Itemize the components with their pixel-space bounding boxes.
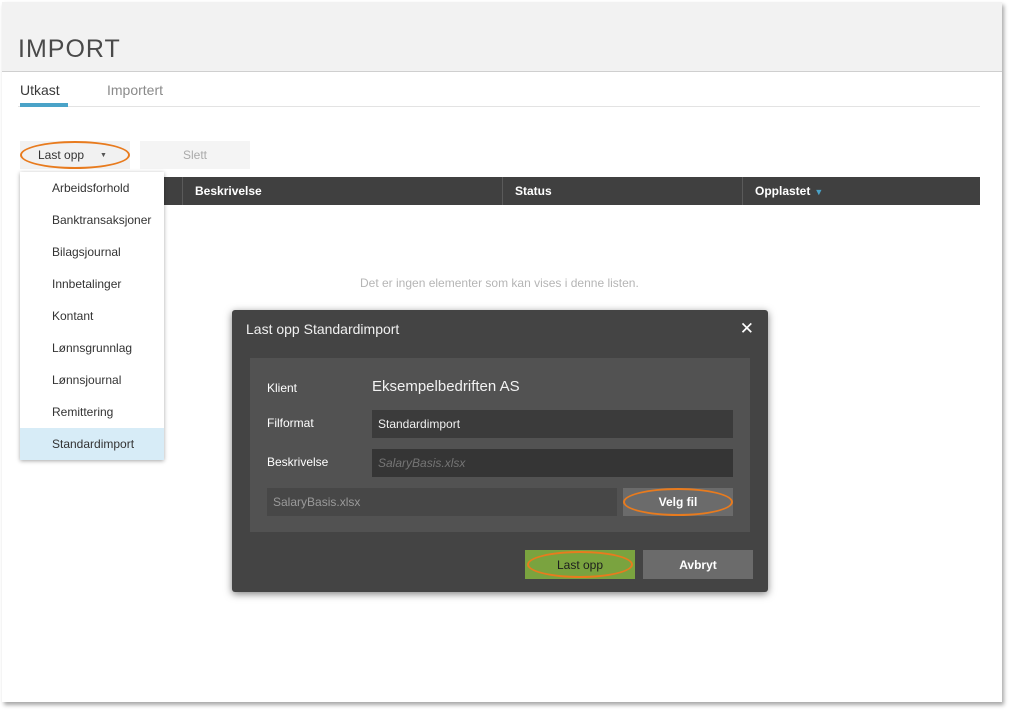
page-header: IMPORT: [2, 2, 1002, 72]
column-header-beskrivelse[interactable]: Beskrivelse: [182, 177, 502, 205]
column-header-opplastet[interactable]: Opplastet ▼: [742, 177, 980, 205]
table-header: Beskrivelse Status Opplastet ▼: [20, 177, 980, 205]
menu-item-kontant[interactable]: Kontant: [20, 300, 164, 332]
sort-desc-icon: ▼: [814, 187, 824, 197]
menu-item-innbetalinger[interactable]: Innbetalinger: [20, 268, 164, 300]
delete-button[interactable]: Slett: [140, 141, 250, 169]
upload-dialog: Last opp Standardimport ✕ Klient Eksempe…: [232, 310, 768, 592]
tab-bar: Utkast Importert: [18, 80, 980, 107]
dialog-form-panel: Klient Eksempelbedriften AS Filformat St…: [250, 358, 750, 532]
format-label: Filformat: [267, 416, 314, 430]
menu-item-standardimport[interactable]: Standardimport: [20, 428, 164, 460]
description-input[interactable]: [372, 449, 733, 477]
menu-item-arbeidsforhold[interactable]: Arbeidsforhold: [20, 172, 164, 204]
menu-item-bilagsjournal[interactable]: Bilagsjournal: [20, 236, 164, 268]
cancel-button[interactable]: Avbryt: [643, 550, 753, 579]
tab-importert[interactable]: Importert: [107, 82, 163, 98]
empty-list-message: Det er ingen elementer som kan vises i d…: [360, 276, 639, 290]
upload-type-menu: Arbeidsforhold Banktransaksjoner Bilagsj…: [20, 172, 164, 460]
active-tab-indicator: [20, 103, 68, 107]
upload-button-label: Last opp: [38, 148, 85, 162]
page-title: IMPORT: [18, 35, 121, 63]
client-label: Klient: [267, 381, 298, 395]
choose-file-button[interactable]: Velg fil: [623, 488, 733, 516]
client-value: Eksempelbedriften AS: [372, 378, 520, 395]
import-page: IMPORT Utkast Importert Last opp ▼ Slett…: [2, 2, 1002, 702]
selected-file-display: SalaryBasis.xlsx: [267, 488, 617, 516]
caret-down-icon: ▼: [100, 151, 107, 159]
menu-item-lonnsgrunnlag[interactable]: Lønnsgrunnlag: [20, 332, 164, 364]
dialog-title: Last opp Standardimport: [246, 321, 400, 337]
menu-item-remittering[interactable]: Remittering: [20, 396, 164, 428]
description-label: Beskrivelse: [267, 455, 329, 469]
tab-utkast[interactable]: Utkast: [20, 82, 60, 98]
close-icon[interactable]: ✕: [740, 319, 754, 339]
menu-item-lonnsjournal[interactable]: Lønnsjournal: [20, 364, 164, 396]
format-field[interactable]: Standardimport: [372, 410, 733, 438]
column-header-opplastet-label: Opplastet: [755, 184, 811, 198]
upload-dropdown-button[interactable]: Last opp ▼: [20, 141, 130, 169]
column-header-status[interactable]: Status: [502, 177, 742, 205]
dialog-upload-button[interactable]: Last opp: [525, 550, 635, 579]
menu-item-banktransaksjoner[interactable]: Banktransaksjoner: [20, 204, 164, 236]
